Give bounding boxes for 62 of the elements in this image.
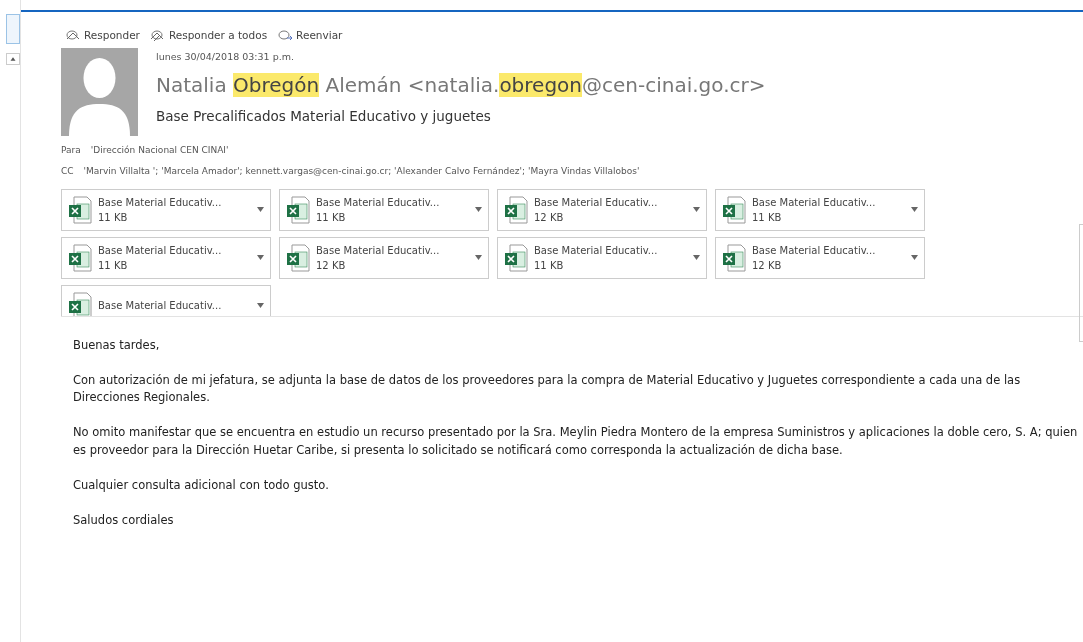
caret-icon[interactable]: [257, 255, 264, 261]
reply-all-button[interactable]: Responder a todos: [149, 28, 268, 44]
caret-icon[interactable]: [911, 207, 918, 213]
spreadsheet-file-icon: [722, 243, 746, 272]
attachment-chip[interactable]: Base Material Educativ... 11 KB: [715, 188, 925, 231]
reply-icon: [65, 28, 81, 43]
cc-recipients: 'Marvin Villalta '; 'Marcela Amador'; kennett.vargas@cen-cinai.go.cr; 'Alexander Calvo Fernández'; 'Mayra Vindas Villalobos': [83, 165, 640, 179]
forward-icon: [277, 28, 294, 43]
attachment-chip[interactable]: Base Material Educativ... 11 KB: [497, 236, 707, 279]
attachment-chip[interactable]: Base Material Educativ... 11 KB: [279, 188, 489, 231]
body-paragraph: Con autorización de mi jefatura, se adjunta la base de datos de los proveedores para la compra de Material Educativo y Juguetes correspondiente a cada una de las Direcciones Regionales.: [73, 371, 1022, 407]
attachment-name: Base Material Educativ...: [98, 243, 223, 258]
attachment-size: 11 KB: [316, 210, 347, 225]
spreadsheet-file-icon: [286, 195, 310, 224]
body-paragraph: No omito manifestar que se encuentra en estudio un recurso presentado por la Sra. Meylin Piedra Montero de la empresa Suministros y aplicaciones la doble cero, S. A; quien es proveedor para la Dirección Huetar Caribe, si presenta lo solicitado se notificará como corresponda la actualización de dicha base.: [73, 424, 1079, 459]
attachment-chip[interactable]: Base Material Educativ...: [61, 284, 271, 316]
scroll-up-button[interactable]: [6, 52, 20, 65]
spreadsheet-file-icon: [286, 243, 310, 272]
attachment-size: 12 KB: [752, 258, 783, 273]
to-label: Para: [61, 143, 81, 157]
caret-icon[interactable]: [257, 303, 264, 309]
body-paragraph: Saludos cordiales: [73, 511, 175, 529]
reply-button[interactable]: Responder: [65, 28, 140, 44]
caret-icon[interactable]: [475, 207, 482, 213]
spreadsheet-file-icon: [722, 195, 746, 224]
attachment-chip[interactable]: Base Material Educativ... 12 KB: [715, 236, 925, 279]
body-paragraph: Cualquier consulta adicional con todo gusto.: [73, 476, 330, 494]
attachment-name: Base Material Educativ...: [98, 299, 223, 314]
forward-button[interactable]: Reenviar: [277, 28, 343, 44]
caret-icon[interactable]: [911, 255, 918, 261]
attachment-size: 11 KB: [98, 210, 129, 225]
attachment-size: 11 KB: [752, 210, 783, 225]
caret-icon[interactable]: [693, 207, 700, 213]
caret-icon[interactable]: [475, 255, 482, 261]
reply-all-icon: [149, 28, 166, 43]
cc-label: CC: [61, 165, 74, 179]
attachment-name: Base Material Educativ...: [316, 195, 441, 210]
subject: Base Precalificados Material Educativo y juguetes: [156, 107, 492, 126]
attachment-chip[interactable]: Base Material Educativ... 11 KB: [61, 188, 271, 231]
attachment-size: 12 KB: [534, 210, 565, 225]
attachment-chip[interactable]: Base Material Educativ... 11 KB: [61, 236, 271, 279]
attachment-name: Base Material Educativ...: [752, 195, 877, 210]
attachment-name: Base Material Educativ...: [534, 195, 659, 210]
sender-name: Natalia Obregón Alemán <natalia.obregon@cen-cinai.go.cr>: [156, 72, 766, 99]
attachment-name: Base Material Educativ...: [752, 243, 877, 258]
spreadsheet-file-icon: [68, 243, 92, 272]
attachment-chip[interactable]: Base Material Educativ... 12 KB: [497, 188, 707, 231]
attachment-size: 11 KB: [98, 258, 129, 273]
attachment-size: 12 KB: [316, 258, 347, 273]
body-paragraph: Buenas tardes,: [73, 336, 161, 354]
attachment-name: Base Material Educativ...: [98, 195, 223, 210]
caret-icon[interactable]: [257, 207, 264, 213]
sent-date: lunes 30/04/2018 03:31 p.m.: [156, 49, 295, 64]
spreadsheet-file-icon: [68, 195, 92, 224]
spreadsheet-file-icon: [504, 195, 528, 224]
to-recipients: 'Dirección Nacional CEN CINAI': [90, 143, 229, 157]
attachment-chip[interactable]: Base Material Educativ... 12 KB: [279, 236, 489, 279]
attachment-size: 11 KB: [534, 258, 565, 273]
attachment-name: Base Material Educativ...: [316, 243, 441, 258]
attachment-name: Base Material Educativ...: [534, 243, 659, 258]
spreadsheet-file-icon: [504, 243, 528, 272]
caret-icon[interactable]: [693, 255, 700, 261]
